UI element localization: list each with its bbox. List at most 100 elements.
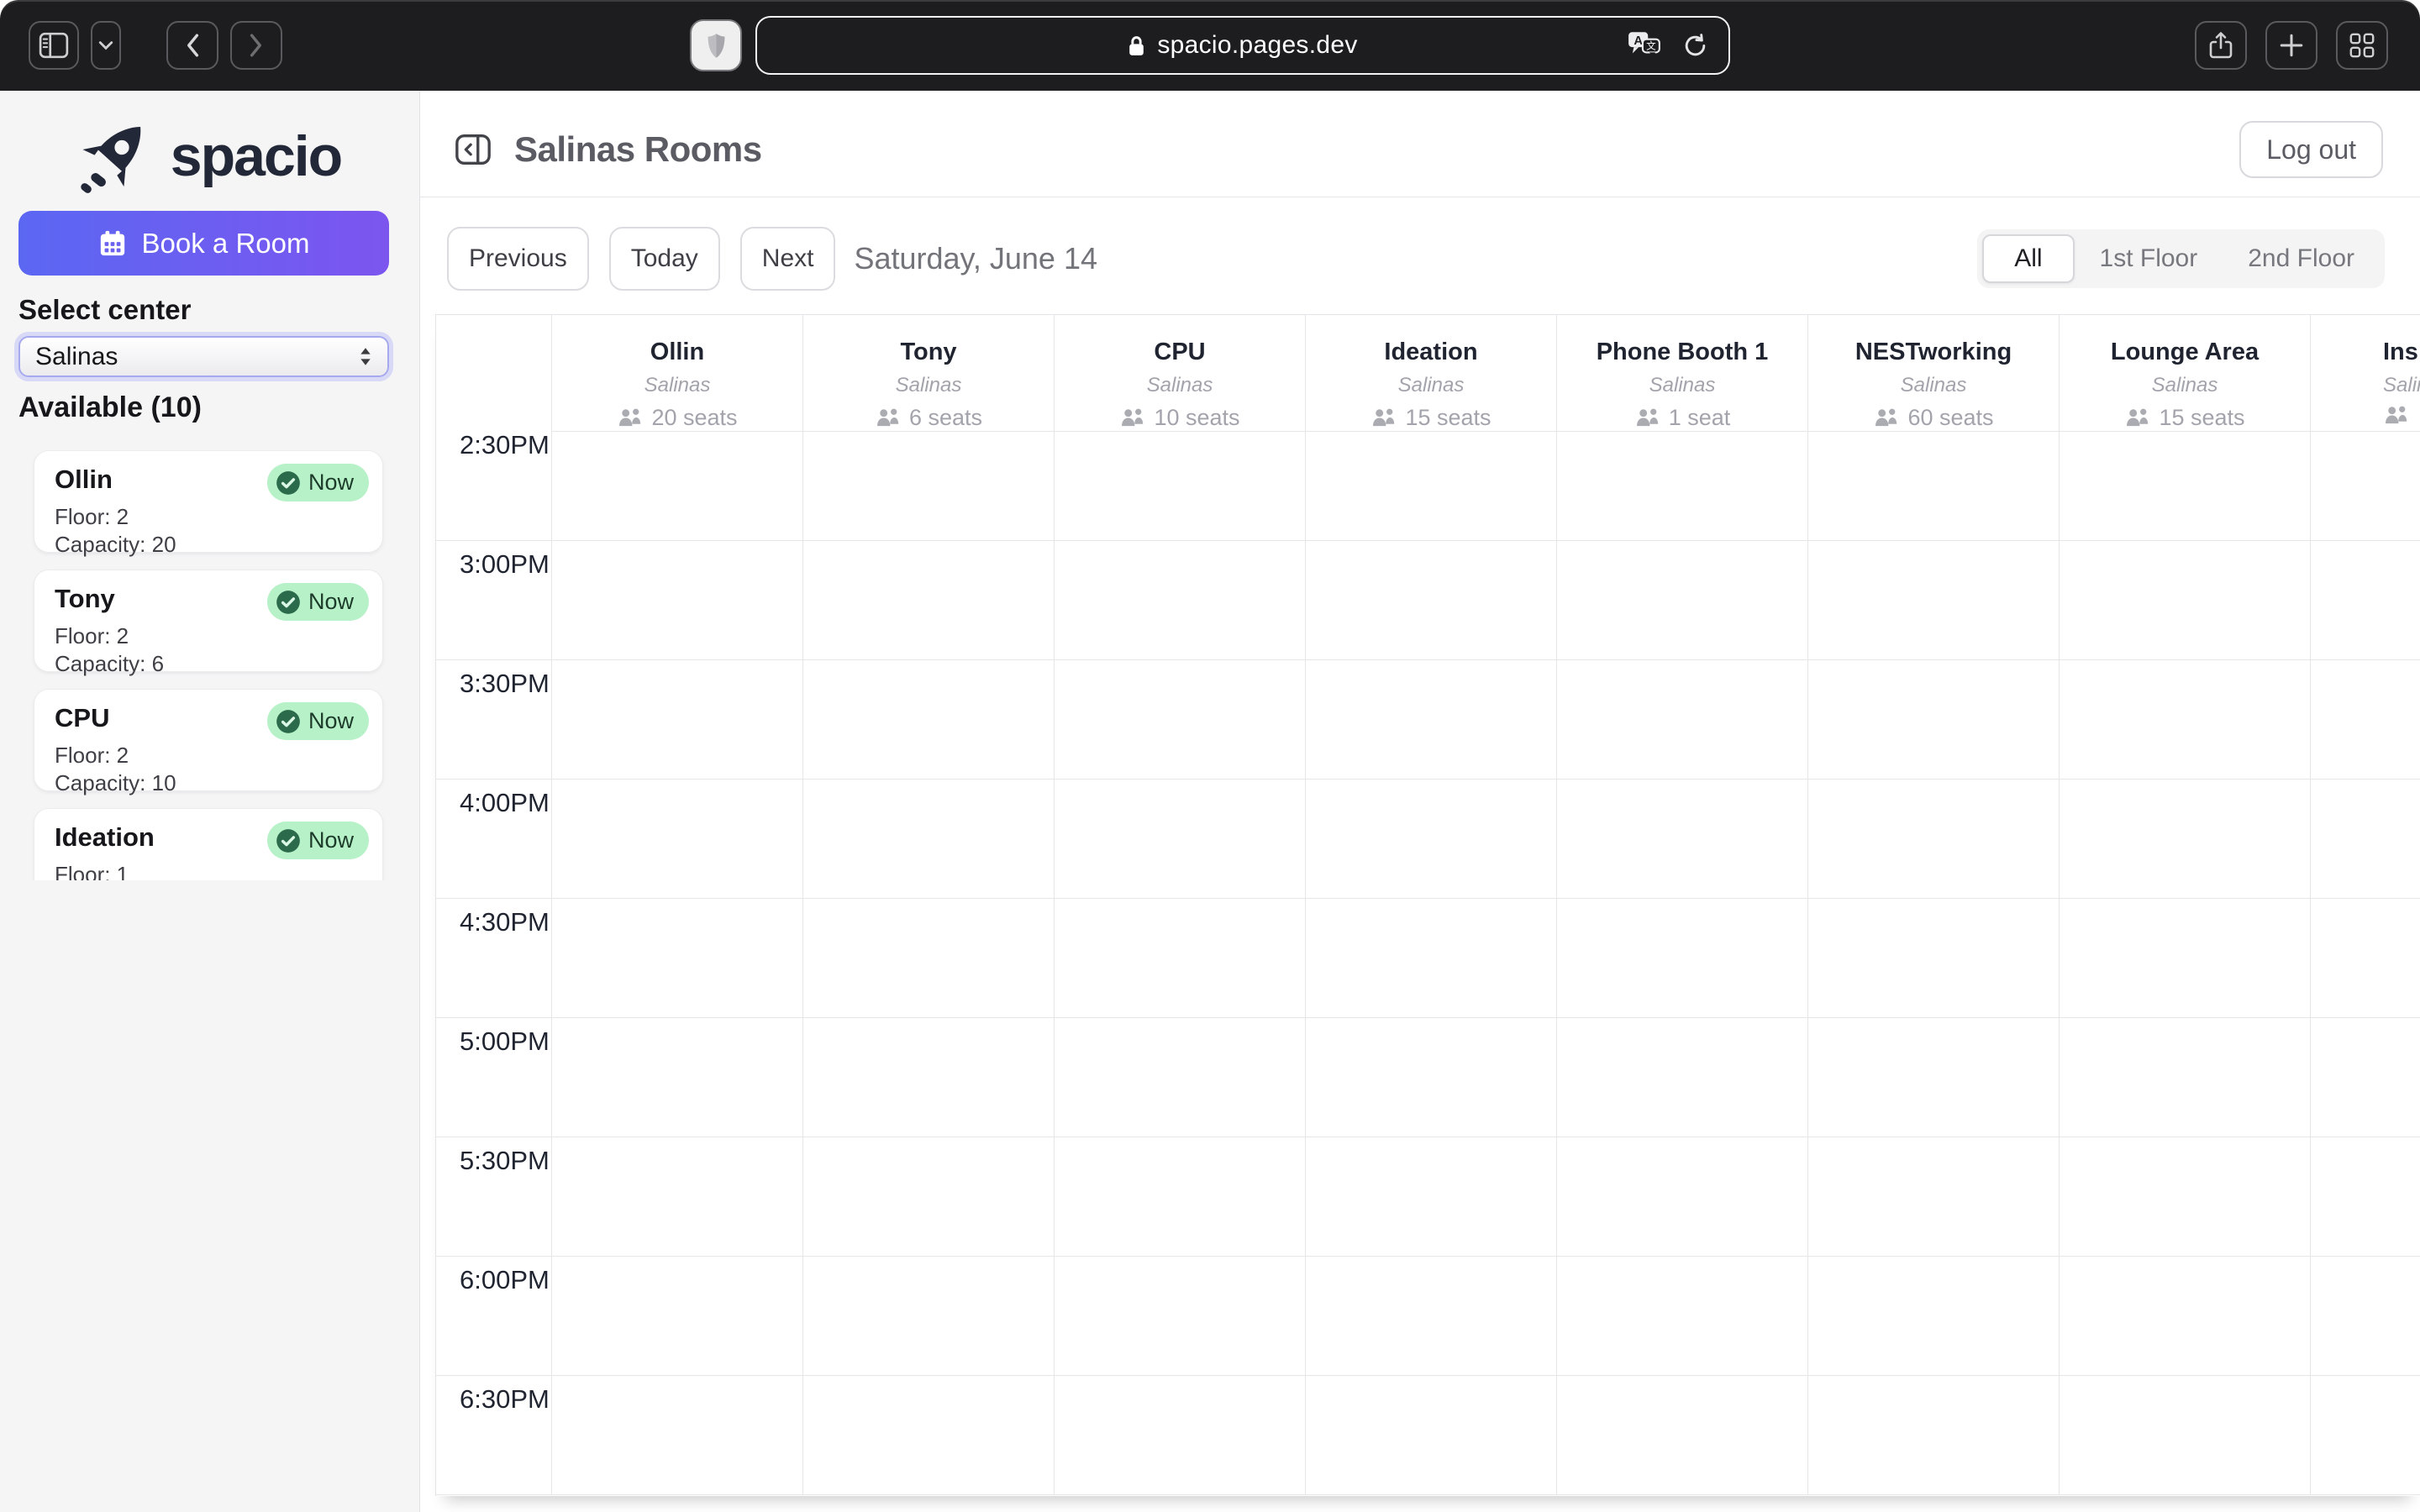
logout-button[interactable]: Log out [2239, 121, 2383, 178]
calendar-slot[interactable] [1305, 1137, 1556, 1256]
floor-filter-2nd-floor[interactable]: 2nd Floor [2223, 234, 2380, 283]
calendar-slot[interactable] [2310, 899, 2420, 1017]
today-button[interactable]: Today [609, 227, 720, 291]
calendar-slot[interactable] [1054, 660, 1305, 779]
calendar-slot[interactable] [2310, 1018, 2420, 1137]
calendar-slot[interactable] [802, 899, 1054, 1017]
calendar-slot[interactable] [802, 780, 1054, 898]
room-card[interactable]: CPUNowFloor: 2Capacity: 10 [34, 689, 383, 791]
calendar-slot[interactable] [2310, 541, 2420, 659]
calendar-slot[interactable] [1807, 432, 2059, 540]
room-card[interactable]: TonyNowFloor: 2Capacity: 6 [34, 570, 383, 672]
calendar-slot[interactable] [1305, 1257, 1556, 1375]
sidebar-menu-button[interactable] [91, 21, 121, 70]
next-button[interactable]: Next [740, 227, 836, 291]
calendar-slot[interactable] [2059, 1137, 2310, 1256]
calendar-slot[interactable] [1305, 780, 1556, 898]
calendar-slot[interactable] [2310, 780, 2420, 898]
calendar-slot[interactable] [1556, 660, 1807, 779]
calendar-slot[interactable] [802, 1376, 1054, 1494]
calendar-slot[interactable] [1054, 780, 1305, 898]
calendar-slot[interactable] [551, 432, 802, 540]
calendar-slot[interactable] [802, 432, 1054, 540]
calendar-slot[interactable] [1807, 660, 2059, 779]
calendar-slot[interactable] [2059, 1018, 2310, 1137]
sidebar-toggle-button[interactable] [29, 21, 79, 70]
calendar-slot[interactable] [2310, 432, 2420, 540]
room-card[interactable]: IdeationNowFloor: 1 [34, 808, 383, 880]
calendar-slot[interactable] [551, 541, 802, 659]
floor-filter-all[interactable]: All [1982, 234, 2074, 283]
calendar-slot[interactable] [1054, 1018, 1305, 1137]
calendar-slot[interactable] [1054, 1257, 1305, 1375]
calendar-slot[interactable] [2310, 1376, 2420, 1494]
share-button[interactable] [2195, 21, 2247, 70]
calendar-slot[interactable] [1807, 1018, 2059, 1137]
translate-icon[interactable]: A 文 [1627, 30, 1662, 60]
collapse-sidebar-button[interactable] [454, 130, 492, 169]
calendar-slot[interactable] [551, 1137, 802, 1256]
calendar-slot[interactable] [1305, 541, 1556, 659]
calendar-slot[interactable] [802, 1257, 1054, 1375]
calendar-slot[interactable] [2059, 1376, 2310, 1494]
calendar-slot[interactable] [2059, 899, 2310, 1017]
calendar-slot[interactable] [2310, 1257, 2420, 1375]
calendar-slot[interactable] [551, 1376, 802, 1494]
calendar-slot[interactable] [551, 1018, 802, 1137]
floor-filter-1st-floor[interactable]: 1st Floor [2075, 234, 2223, 283]
new-tab-button[interactable] [2265, 21, 2317, 70]
calendar-slot[interactable] [1807, 541, 2059, 659]
calendar-slot[interactable] [1556, 899, 1807, 1017]
back-button[interactable] [166, 21, 218, 70]
column-header: NESTworkingSalinas60 seats [1807, 315, 2059, 432]
calendar-slot[interactable] [2310, 660, 2420, 779]
room-card[interactable]: OllinNowFloor: 2Capacity: 20 [34, 450, 383, 553]
center-select[interactable]: Salinas [18, 336, 389, 377]
calendar-slot[interactable] [1305, 660, 1556, 779]
calendar-slot[interactable] [802, 660, 1054, 779]
calendar-slot[interactable] [1807, 1376, 2059, 1494]
calendar-slot[interactable] [1556, 1018, 1807, 1137]
calendar-slot[interactable] [551, 660, 802, 779]
calendar-slot[interactable] [1054, 1137, 1305, 1256]
calendar-slot[interactable] [802, 1018, 1054, 1137]
book-a-room-button[interactable]: Book a Room [18, 211, 389, 276]
calendar-slot[interactable] [1305, 1018, 1556, 1137]
calendar-slot[interactable] [1807, 899, 2059, 1017]
tab-overview-button[interactable] [2336, 21, 2388, 70]
calendar-slot[interactable] [1305, 432, 1556, 540]
calendar-slot[interactable] [2059, 541, 2310, 659]
calendar-slot[interactable] [551, 780, 802, 898]
previous-button[interactable]: Previous [447, 227, 589, 291]
privacy-shield-button[interactable] [690, 19, 742, 71]
calendar-slot[interactable] [1556, 1257, 1807, 1375]
calendar-slot[interactable] [802, 1137, 1054, 1256]
calendar-slot[interactable] [1054, 541, 1305, 659]
calendar-slot[interactable] [2059, 432, 2310, 540]
calendar-slot[interactable] [802, 541, 1054, 659]
calendar-slot[interactable] [551, 1257, 802, 1375]
calendar-slot[interactable] [1305, 899, 1556, 1017]
calendar-slot[interactable] [2059, 780, 2310, 898]
calendar-slot[interactable] [551, 899, 802, 1017]
calendar-slot[interactable] [1556, 1137, 1807, 1256]
reload-icon[interactable] [1682, 33, 1708, 59]
calendar-slot[interactable] [1807, 1257, 2059, 1375]
address-bar[interactable]: spacio.pages.dev A 文 [755, 16, 1730, 75]
calendar-slot[interactable] [1054, 899, 1305, 1017]
calendar-slot[interactable] [1054, 432, 1305, 540]
calendar-slot[interactable] [2059, 1257, 2310, 1375]
calendar-slot[interactable] [2059, 660, 2310, 779]
calendar-slot[interactable] [1305, 1376, 1556, 1494]
main-header: Salinas Rooms Log out [420, 91, 2420, 197]
room-list: OllinNowFloor: 2Capacity: 20 TonyNowFloor… [0, 450, 419, 880]
calendar-slot[interactable] [1556, 1376, 1807, 1494]
forward-button[interactable] [230, 21, 282, 70]
calendar-slot[interactable] [1556, 780, 1807, 898]
calendar-slot[interactable] [1054, 1376, 1305, 1494]
calendar-slot[interactable] [1807, 780, 2059, 898]
calendar-slot[interactable] [1807, 1137, 2059, 1256]
calendar-slot[interactable] [1556, 541, 1807, 659]
calendar-slot[interactable] [2310, 1137, 2420, 1256]
calendar-slot[interactable] [1556, 432, 1807, 540]
